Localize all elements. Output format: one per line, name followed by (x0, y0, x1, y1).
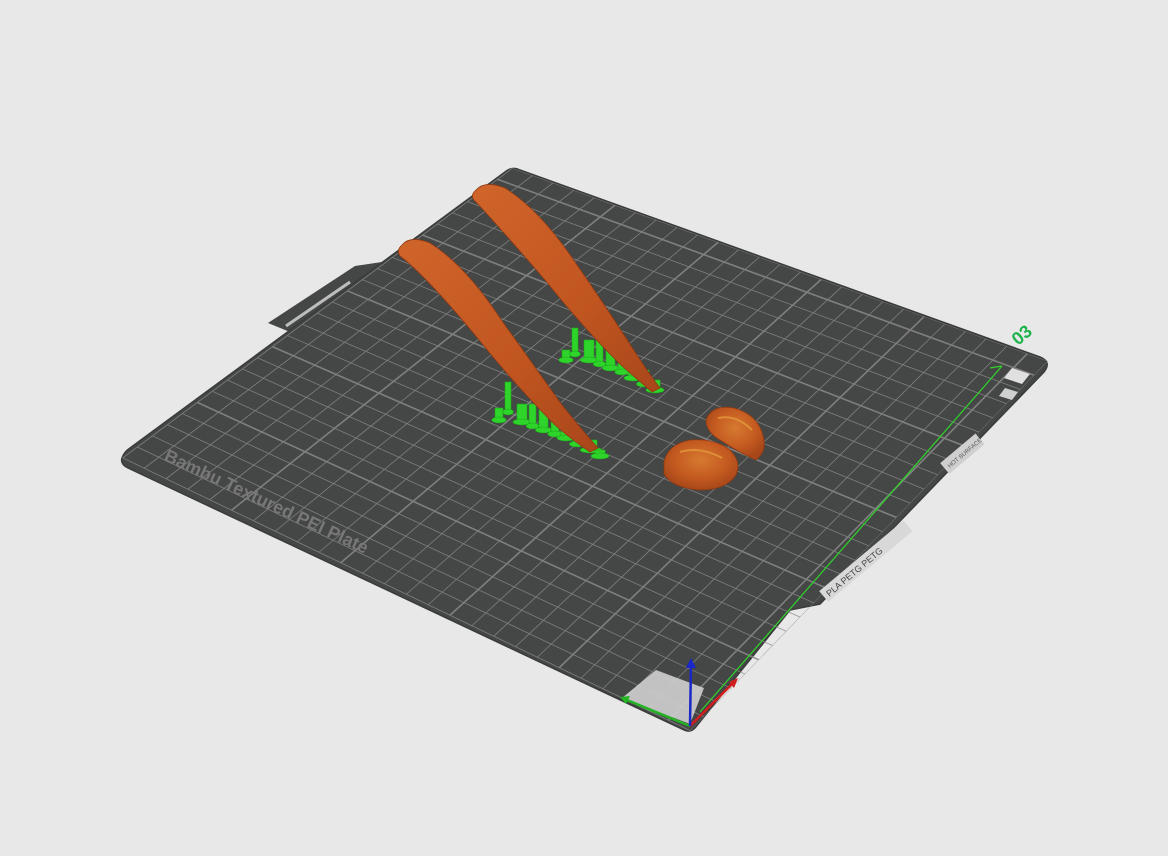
scene-canvas[interactable]: Bambu Textured PEI Plate 03 PLA PETG PET… (0, 0, 1168, 851)
3d-viewport[interactable]: Bambu Textured PEI Plate 03 PLA PETG PET… (0, 0, 1168, 851)
axis-z-icon (688, 661, 693, 727)
plate-number[interactable]: 03 (1008, 321, 1036, 349)
